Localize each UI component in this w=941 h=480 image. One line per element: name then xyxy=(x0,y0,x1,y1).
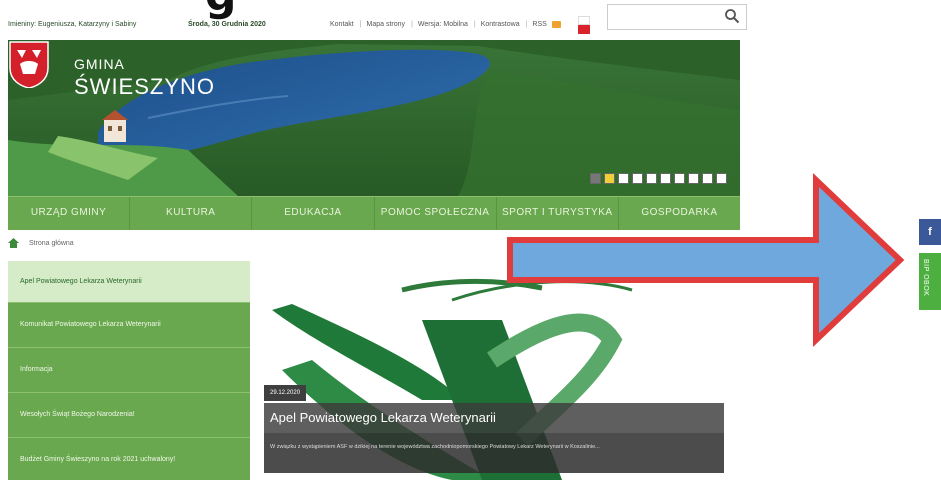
rss-icon[interactable] xyxy=(551,21,561,28)
news-title[interactable]: Apel Powiatowego Lekarza Weterynarii xyxy=(264,403,724,433)
nav-item-edukacja[interactable]: EDUKACJA xyxy=(252,197,375,230)
search-input[interactable] xyxy=(612,6,722,28)
sidebar-item-active[interactable]: Apel Powiatowego Lekarza Weterynarii xyxy=(8,261,250,303)
nav-item-pomoc-spoleczna[interactable]: POMOC SPOŁECZNA xyxy=(375,197,497,230)
nameday-text: Imieniny: Eugeniusza, Katarzyny i Sabiny xyxy=(8,21,137,28)
news-caption[interactable]: 29.12.2020 Apel Powiatowego Lekarza Wete… xyxy=(264,385,724,477)
search-box[interactable] xyxy=(607,4,747,30)
polish-flag-icon[interactable] xyxy=(578,16,590,34)
link-contact[interactable]: Kontakt xyxy=(330,21,354,28)
nav-item-kultura[interactable]: KULTURA xyxy=(130,197,253,230)
link-rss[interactable]: RSS xyxy=(532,21,546,28)
sidebar-item[interactable]: Komunikat Powiatowego Lekarza Weterynari… xyxy=(8,303,250,348)
sidebar-item[interactable]: Wesołych Świąt Bożego Narodzenia! xyxy=(8,393,250,438)
breadcrumb: Strona główna xyxy=(8,236,74,254)
pointer-arrow-overlay xyxy=(507,173,905,347)
news-excerpt: W związku z wystąpieniem ASF w dzikiej n… xyxy=(264,433,724,473)
sidebar-item[interactable]: Informacja xyxy=(8,348,250,393)
news-date: 29.12.2020 xyxy=(264,385,307,401)
link-mobile[interactable]: Wersja: Mobilna xyxy=(418,21,468,28)
search-icon[interactable] xyxy=(724,8,740,24)
bip-tab[interactable]: BIP OBOK xyxy=(919,253,941,310)
facebook-icon[interactable]: f xyxy=(919,219,941,245)
home-icon[interactable] xyxy=(8,238,19,249)
bip-label: BIP OBOK xyxy=(922,259,929,297)
news-sidebar: Apel Powiatowego Lekarza Weterynarii Kom… xyxy=(8,261,250,480)
current-date: Środa, 30 Grudnia 2020 xyxy=(188,21,266,28)
site-label: GMINA xyxy=(74,56,125,72)
link-sitemap[interactable]: Mapa strony xyxy=(367,21,406,28)
top-links: Kontakt | Mapa strony | Wersja: Mobilna | K… xyxy=(330,21,564,28)
link-contrast[interactable]: Kontrastowa xyxy=(481,21,520,28)
breadcrumb-home-link[interactable]: Strona główna xyxy=(29,240,74,247)
coat-of-arms-icon xyxy=(9,41,49,88)
nav-item-urzad-gminy[interactable]: URZĄD GMINY xyxy=(8,197,131,230)
site-name[interactable]: ŚWIESZYNO xyxy=(74,74,215,100)
sidebar-item[interactable]: Budżet Gminy Świeszyno na rok 2021 uchwa… xyxy=(8,438,250,480)
